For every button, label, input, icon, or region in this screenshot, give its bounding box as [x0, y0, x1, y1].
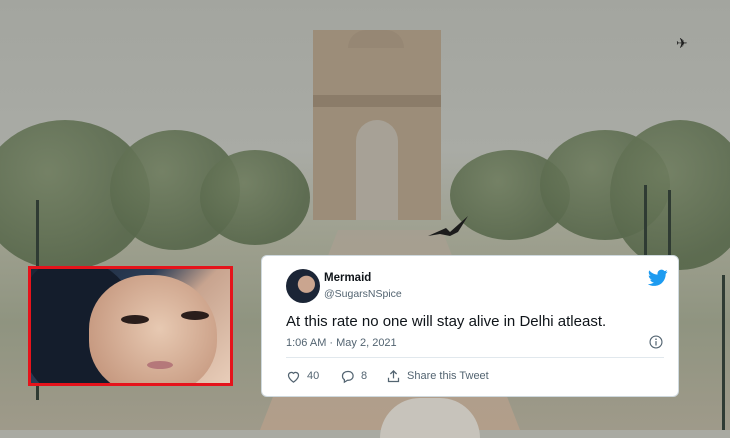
photo-eye [121, 315, 149, 324]
user-handle[interactable]: @SugarsNSpice [324, 288, 402, 300]
reply-icon [341, 370, 354, 383]
photo-lips [147, 361, 173, 369]
gate-arch [356, 120, 398, 220]
like-button[interactable]: 40 [286, 367, 319, 385]
info-icon[interactable] [649, 335, 663, 349]
tree [200, 150, 310, 245]
bird-icon: ✈ [676, 35, 688, 51]
like-count: 40 [307, 370, 320, 382]
gate-cornice [313, 95, 441, 107]
bird-icon [428, 216, 468, 236]
share-label: Share this Tweet [407, 370, 489, 382]
heart-icon [287, 371, 300, 383]
lamp-post [722, 275, 725, 430]
tweet-text: At this rate no one will stay alive in D… [286, 313, 607, 330]
reply-button[interactable]: 8 [340, 367, 367, 385]
tweet-card[interactable]: Mermaid @SugarsNSpice At this rate no on… [261, 255, 679, 397]
profile-photo [28, 266, 233, 386]
share-icon [387, 369, 400, 382]
share-button[interactable]: Share this Tweet [386, 367, 489, 385]
divider [286, 357, 664, 358]
reply-count: 8 [361, 370, 368, 382]
photo-eye [181, 311, 209, 320]
gate-dome-top [348, 30, 404, 48]
tweet-timestamp[interactable]: 1:06 AM · May 2, 2021 [286, 337, 397, 349]
display-name[interactable]: Mermaid [324, 272, 371, 284]
photo-face [89, 275, 217, 383]
avatar[interactable] [286, 269, 320, 303]
twitter-bird-icon[interactable] [648, 269, 668, 287]
